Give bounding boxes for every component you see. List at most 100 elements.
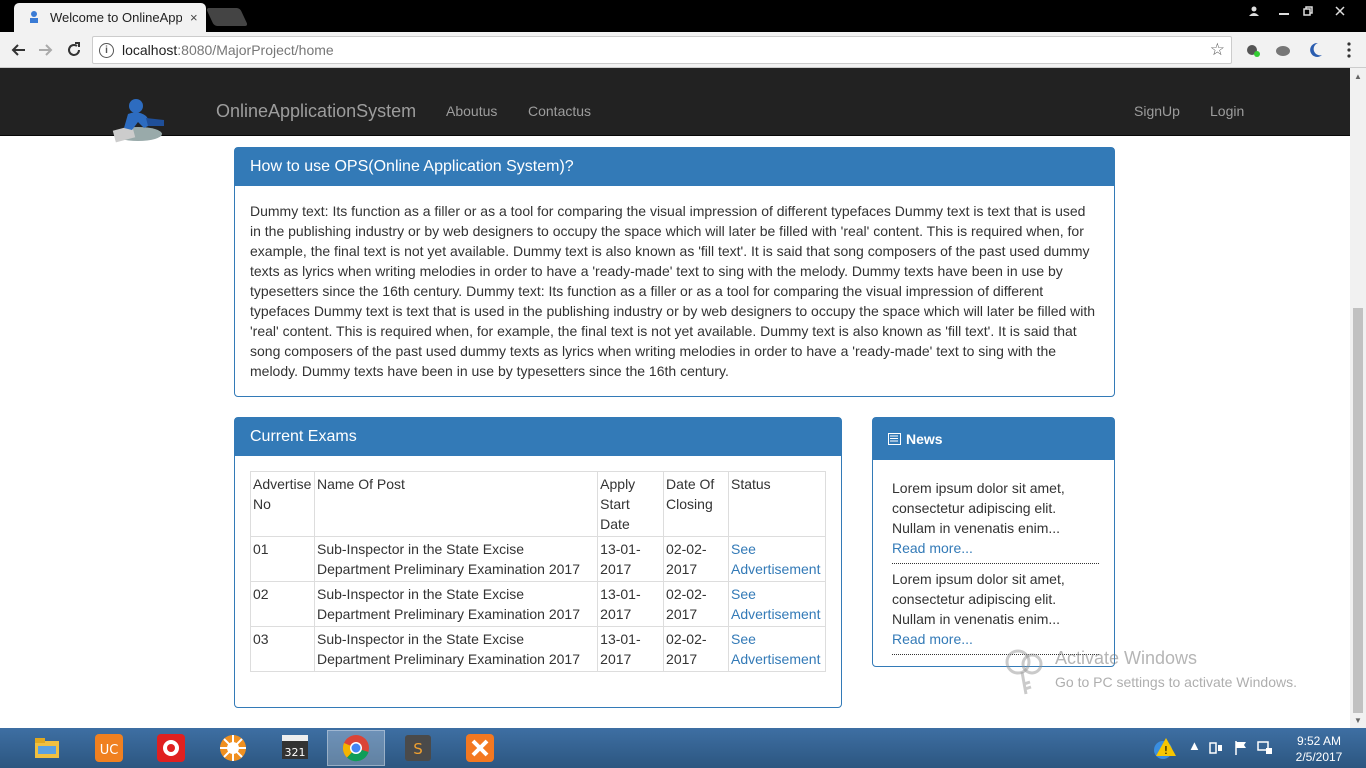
page-viewport: OnlineApplicationSystem Aboutus Contactu…	[0, 68, 1350, 728]
news-item: Lorem ipsum dolor sit amet, consectetur …	[892, 478, 1099, 564]
action-center-warning-icon[interactable]: !	[1152, 736, 1178, 760]
table-row: 03 Sub-Inspector in the State Excise Dep…	[250, 626, 827, 672]
svg-text:321: 321	[285, 746, 306, 759]
news-panel-title: News	[906, 431, 943, 447]
read-more-link[interactable]: Read more...	[892, 540, 973, 556]
page-scrollbar[interactable]: ▲ ▼	[1350, 68, 1366, 728]
moon-extension-icon[interactable]	[1306, 41, 1324, 59]
cell-post: Sub-Inspector in the State Excise Depart…	[313, 581, 599, 627]
profile-icon[interactable]	[1240, 0, 1268, 22]
browser-tab[interactable]: Welcome to OnlineApplic ×	[14, 3, 206, 32]
exams-panel-title: Current Exams	[235, 418, 841, 456]
reload-icon[interactable]	[61, 37, 87, 63]
file-explorer-app[interactable]	[18, 730, 76, 766]
flag-icon[interactable]	[1233, 740, 1249, 756]
media-player-app[interactable]: 321	[266, 730, 324, 766]
xampp-icon	[466, 734, 494, 762]
header-advertise-no: Advertise No	[250, 471, 315, 537]
tab-title: Welcome to OnlineApplic	[50, 10, 182, 25]
scrollbar-thumb[interactable]	[1353, 308, 1363, 713]
browser-toolbar: i localhost:8080/MajorProject/home ☆	[0, 32, 1366, 68]
svg-text:!: !	[1164, 744, 1168, 757]
windows-taskbar: UC 321 S ! ▲ 9:52 AM 2/5/2017	[0, 728, 1366, 768]
activate-windows-title: Activate Windows	[1055, 648, 1198, 668]
cell-closing-date: 02-02-2017	[663, 626, 729, 672]
site-logo-icon[interactable]	[108, 98, 172, 144]
chrome-icon	[342, 735, 369, 762]
clock-time: 9:52 AM	[1296, 734, 1342, 748]
star-icon[interactable]: ☆	[1210, 40, 1225, 60]
browser-tab-strip: Welcome to OnlineApplic ×	[0, 0, 1366, 32]
taskbar-clock[interactable]: 9:52 AM 2/5/2017	[1288, 733, 1350, 765]
cell-closing-date: 02-02-2017	[663, 581, 729, 627]
see-advertisement-link[interactable]: See Advertisement	[731, 631, 820, 667]
xampp-app[interactable]	[451, 730, 509, 766]
extension-icon[interactable]	[1244, 41, 1262, 59]
cell-start-date: 13-01-2017	[597, 581, 665, 627]
new-tab-button[interactable]	[205, 8, 249, 26]
site-favicon-icon	[30, 10, 38, 23]
forward-arrow-icon[interactable]	[33, 37, 59, 63]
news-item-text: Lorem ipsum dolor sit amet, consectetur …	[892, 571, 1065, 627]
site-navbar: OnlineApplicationSystem Aboutus Contactu…	[0, 68, 1350, 143]
info-icon[interactable]: i	[99, 42, 114, 58]
news-panel: News Lorem ipsum dolor sit amet, consect…	[872, 417, 1115, 667]
list-alt-icon	[888, 433, 901, 445]
cell-post: Sub-Inspector in the State Excise Depart…	[313, 626, 599, 672]
media-player-icon: 321	[282, 735, 308, 759]
wheel-icon	[220, 735, 246, 761]
uc-browser-app[interactable]: UC	[80, 730, 138, 766]
cell-advertise-no: 02	[250, 581, 315, 627]
cell-advertise-no: 01	[250, 536, 315, 582]
tab-close-icon[interactable]: ×	[190, 10, 198, 25]
navbar-brand[interactable]: OnlineApplicationSystem	[216, 101, 416, 122]
table-row: 02 Sub-Inspector in the State Excise Dep…	[250, 581, 827, 627]
clock-date: 2/5/2017	[1295, 750, 1343, 764]
header-date-of-closing: Date Of Closing	[663, 471, 729, 537]
cell-start-date: 13-01-2017	[597, 536, 665, 582]
cell-closing-date: 02-02-2017	[663, 536, 729, 582]
nav-link-aboutus[interactable]: Aboutus	[446, 103, 497, 119]
recorder-app[interactable]	[142, 730, 200, 766]
recorder-icon	[157, 734, 185, 762]
see-advertisement-link[interactable]: See Advertisement	[731, 541, 820, 577]
howto-panel-body: Dummy text: Its function as a filler or …	[250, 203, 1096, 379]
svg-text:S: S	[413, 740, 423, 758]
current-exams-panel: Current Exams Advertise No Name Of Post …	[234, 417, 842, 708]
cell-post: Sub-Inspector in the State Excise Depart…	[313, 536, 599, 582]
nav-link-login[interactable]: Login	[1210, 103, 1244, 119]
see-advertisement-link[interactable]: See Advertisement	[731, 586, 820, 622]
power-icon[interactable]	[1208, 740, 1224, 756]
nav-link-contactus[interactable]: Contactus	[528, 103, 591, 119]
header-status: Status	[727, 471, 827, 537]
network-icon[interactable]	[1257, 740, 1273, 756]
table-header-row: Advertise No Name Of Post Apply Start Da…	[250, 471, 827, 537]
header-name-of-post: Name Of Post	[313, 471, 599, 537]
close-window-icon[interactable]	[1326, 0, 1354, 22]
read-more-link[interactable]: Read more...	[892, 631, 973, 647]
url-text: localhost:8080/MajorProject/home	[122, 42, 334, 58]
chrome-app[interactable]	[327, 730, 385, 766]
header-apply-start-date: Apply Start Date	[597, 471, 665, 537]
nav-link-signup[interactable]: SignUp	[1134, 103, 1180, 119]
restore-icon[interactable]	[1294, 0, 1322, 22]
scroll-down-icon[interactable]: ▼	[1354, 716, 1362, 725]
cell-status: See Advertisement	[727, 581, 827, 627]
back-arrow-icon[interactable]	[5, 37, 31, 63]
address-bar[interactable]: i localhost:8080/MajorProject/home ☆	[92, 36, 1232, 64]
news-panel-heading: News	[873, 418, 1114, 460]
settings-app[interactable]	[204, 730, 262, 766]
cell-status: See Advertisement	[727, 626, 827, 672]
cloud-extension-icon[interactable]	[1274, 41, 1292, 59]
howto-panel: How to use OPS(Online Application System…	[234, 147, 1115, 397]
uc-browser-icon: UC	[95, 734, 123, 762]
news-item: Lorem ipsum dolor sit amet, consectetur …	[892, 569, 1099, 655]
news-item-text: Lorem ipsum dolor sit amet, consectetur …	[892, 480, 1065, 536]
cell-start-date: 13-01-2017	[597, 626, 665, 672]
sublime-text-app[interactable]: S	[389, 730, 447, 766]
show-hidden-icons-icon[interactable]: ▲	[1188, 738, 1201, 753]
activate-windows-watermark: Activate Windows Go to PC settings to ac…	[1002, 648, 1332, 698]
browser-menu-icon[interactable]	[1336, 37, 1362, 63]
scroll-up-icon[interactable]: ▲	[1354, 72, 1362, 81]
exams-table: Advertise No Name Of Post Apply Start Da…	[250, 471, 827, 672]
